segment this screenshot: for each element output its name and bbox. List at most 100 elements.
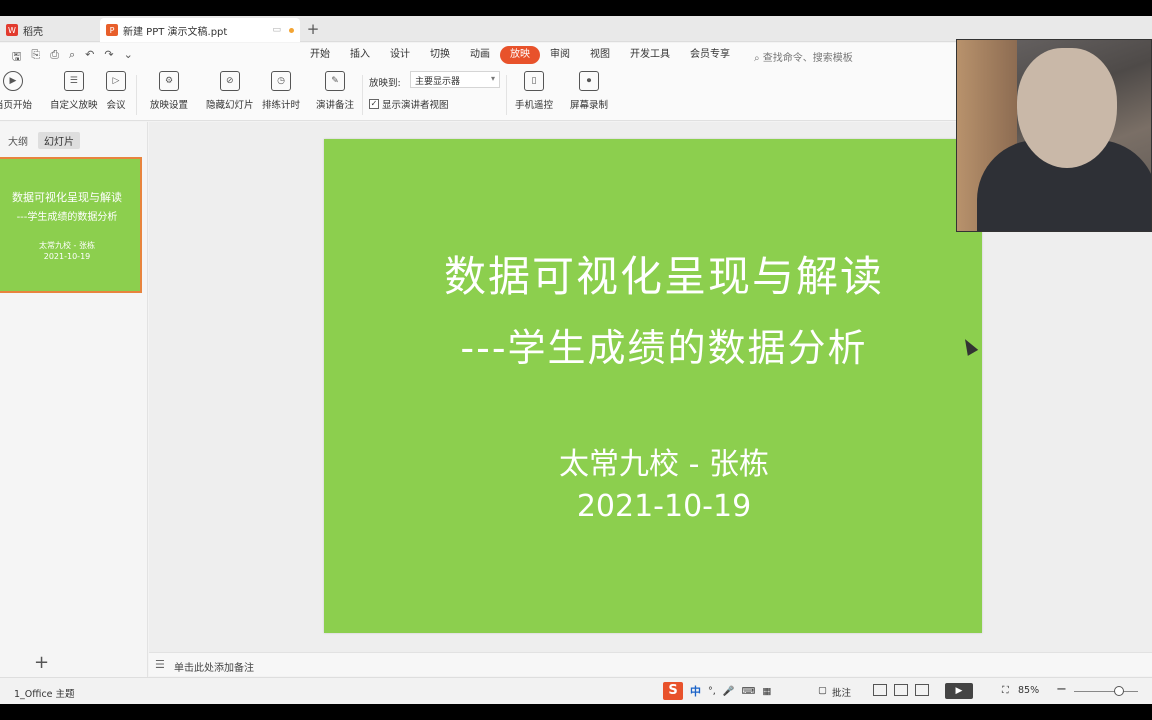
hide-slide-icon: ⊘ xyxy=(219,71,240,91)
annotation-button[interactable]: 批注 xyxy=(832,685,851,699)
speaker-notes-icon: ✎ xyxy=(325,71,345,91)
reading-view-icon[interactable] xyxy=(915,684,929,696)
tab-document-label: 新建 PPT 演示文稿.ppt xyxy=(123,26,228,38)
customize-chevron-icon[interactable]: ⌄ xyxy=(124,48,133,67)
sogou-ime-icon[interactable]: S xyxy=(663,682,683,700)
ime-mode[interactable]: 中 xyxy=(690,683,701,699)
preview-icon[interactable]: ⌕ xyxy=(69,48,75,67)
slide-date[interactable]: 2021-10-19 xyxy=(324,489,1004,524)
zoom-slider-track[interactable] xyxy=(1074,691,1138,692)
show-settings-button[interactable]: ⚙ 放映设置 xyxy=(150,71,188,111)
chevron-down-icon: ▾ xyxy=(490,74,495,83)
tab-home[interactable]: W 稻壳 xyxy=(0,18,96,42)
hide-slide-label: 隐藏幻灯片 xyxy=(206,100,254,111)
tab-slides[interactable]: 幻灯片 xyxy=(38,132,80,149)
presenter-view-checkbox[interactable]: ✓ 显示演讲者视图 xyxy=(369,97,449,111)
command-search-placeholder: 查找命令、搜索模板 xyxy=(762,53,853,64)
keyboard-icon[interactable]: ⌨ xyxy=(742,686,756,697)
phone-remote-button[interactable]: ▯ 手机遥控 xyxy=(515,71,553,111)
status-bar: 1_Office 主题 S 中 °, 🎤 ⌨ ▦ ▢ 批注 ▶ ⛶ 85% − xyxy=(0,677,1152,704)
phone-remote-label: 手机遥控 xyxy=(515,100,554,111)
slide[interactable]: 数据可视化呈现与解读 ---学生成绩的数据分析 太常九校 - 张栋 2021-1… xyxy=(324,139,982,633)
speaker-notes-label: 演讲备注 xyxy=(316,100,355,111)
meeting-button[interactable]: ▷ 会议 xyxy=(106,71,126,111)
normal-view-icon[interactable] xyxy=(873,684,887,696)
ribbon-separator xyxy=(506,75,507,115)
webcam-person-head xyxy=(1017,48,1117,168)
menu-tabs: 开始 插入 设计 切换 动画 放映 审阅 视图 开发工具 会员专享 xyxy=(300,46,740,64)
screen-record-label: 屏幕录制 xyxy=(570,100,609,111)
theme-name[interactable]: 1_Office 主题 xyxy=(14,686,75,700)
timer-icon: ◷ xyxy=(271,71,291,91)
quick-access-toolbar: 🖫 ⎘ ⎙ ⌕ ↶ ↷ ⌄ xyxy=(12,48,133,67)
slide-title[interactable]: 数据可视化呈现与解读 xyxy=(324,243,1004,304)
play-circle-icon: ▶ xyxy=(3,71,23,91)
speaker-notes-button[interactable]: ✎ 演讲备注 xyxy=(316,71,354,111)
custom-show-icon: ☰ xyxy=(63,71,84,91)
zoom-level[interactable]: 85% xyxy=(1018,685,1039,696)
thumb-title: 数据可视化呈现与解读 xyxy=(12,191,122,204)
rehearse-label: 排练计时 xyxy=(262,100,301,111)
slide-subtitle[interactable]: ---学生成绩的数据分析 xyxy=(324,317,1004,372)
menu-item-slideshow[interactable]: 放映 xyxy=(500,46,540,64)
menu-item-developer[interactable]: 开发工具 xyxy=(620,46,680,64)
zoom-out-button[interactable]: − xyxy=(1056,682,1067,697)
unsaved-dot-icon xyxy=(289,27,294,33)
slide-thumbnail[interactable]: 数据可视化呈现与解读 ---学生成绩的数据分析 太常九校 - 张栋 2021-1… xyxy=(0,157,142,293)
notes-icon: ☰ xyxy=(155,658,165,671)
tab-document[interactable]: P 新建 PPT 演示文稿.ppt ▭ xyxy=(100,18,300,42)
fit-window-icon[interactable]: ⛶ xyxy=(1002,685,1009,696)
phone-icon: ▯ xyxy=(524,71,544,91)
print-icon[interactable]: ⎙ xyxy=(50,48,59,67)
add-slide-button[interactable]: + xyxy=(34,652,49,673)
microphone-icon[interactable]: 🎤 xyxy=(723,686,735,697)
menu-item-design[interactable]: 设计 xyxy=(380,46,420,64)
meeting-label: 会议 xyxy=(106,100,126,111)
redo-icon[interactable]: ↷ xyxy=(104,48,113,67)
ribbon-separator xyxy=(136,75,137,115)
menu-item-view[interactable]: 视图 xyxy=(580,46,620,64)
apps-grid-icon[interactable]: ▦ xyxy=(762,686,771,697)
menu-item-review[interactable]: 审阅 xyxy=(540,46,580,64)
webcam-overlay xyxy=(956,39,1152,232)
app-window: W 稻壳 P 新建 PPT 演示文稿.ppt ▭ + 🖫 ⎘ ⎙ ⌕ ↶ ↷ ⌄… xyxy=(0,16,1152,704)
settings-gear-icon: ⚙ xyxy=(159,71,179,91)
meeting-icon: ▷ xyxy=(106,71,126,91)
undo-icon[interactable]: ↶ xyxy=(85,48,94,67)
add-tab-button[interactable]: + xyxy=(304,19,322,39)
menu-item-animation[interactable]: 动画 xyxy=(460,46,500,64)
punctuation-icon[interactable]: °, xyxy=(708,686,716,697)
rehearse-timing-button[interactable]: ◷ 排练计时 xyxy=(262,71,300,111)
presenter-view-label: 显示演讲者视图 xyxy=(382,100,449,111)
wps-logo-icon: W xyxy=(6,24,18,36)
hide-slide-button[interactable]: ⊘ 隐藏幻灯片 xyxy=(206,71,254,111)
command-search[interactable]: ⌕ 查找命令、搜索模板 xyxy=(754,49,853,64)
notes-pane[interactable]: ☰ 单击此处添加备注 xyxy=(149,652,1152,676)
ppt-file-icon: P xyxy=(106,24,118,36)
menu-item-insert[interactable]: 插入 xyxy=(340,46,380,64)
project-to-select[interactable]: 主要显示器 ▾ xyxy=(410,71,500,88)
play-slideshow-button[interactable]: ▶ xyxy=(945,683,973,699)
slide-author[interactable]: 太常九校 - 张栋 xyxy=(324,439,1004,483)
menu-item-home[interactable]: 开始 xyxy=(300,46,340,64)
comment-icon[interactable]: ▢ xyxy=(818,685,827,696)
ribbon-separator xyxy=(362,75,363,115)
screen-record-button[interactable]: ⏺ 屏幕录制 xyxy=(570,71,608,111)
slide-panel: 大纲 幻灯片 数据可视化呈现与解读 ---学生成绩的数据分析 太常九校 - 张栋… xyxy=(0,122,148,677)
export-icon[interactable]: ⎘ xyxy=(31,48,40,67)
menu-item-transitions[interactable]: 切换 xyxy=(420,46,460,64)
show-settings-label: 放映设置 xyxy=(150,100,189,111)
screen-record-icon: ⏺ xyxy=(579,71,599,91)
tab-outline[interactable]: 大纲 xyxy=(2,132,34,149)
project-to-label: 放映到: xyxy=(369,78,401,89)
custom-show-button[interactable]: ☰ 自定义放映 xyxy=(50,71,98,111)
menu-item-member[interactable]: 会员专享 xyxy=(680,46,740,64)
monitor-icon[interactable]: ▭ xyxy=(272,25,281,35)
save-icon[interactable]: 🖫 xyxy=(12,48,21,67)
search-icon: ⌕ xyxy=(754,53,760,64)
sorter-view-icon[interactable] xyxy=(894,684,908,696)
ime-toolbar[interactable]: S 中 °, 🎤 ⌨ ▦ xyxy=(663,682,771,700)
from-current-button[interactable]: ▶ 当页开始 xyxy=(0,71,32,111)
zoom-slider-handle[interactable] xyxy=(1114,686,1124,696)
project-to-value: 主要显示器 xyxy=(415,77,461,87)
